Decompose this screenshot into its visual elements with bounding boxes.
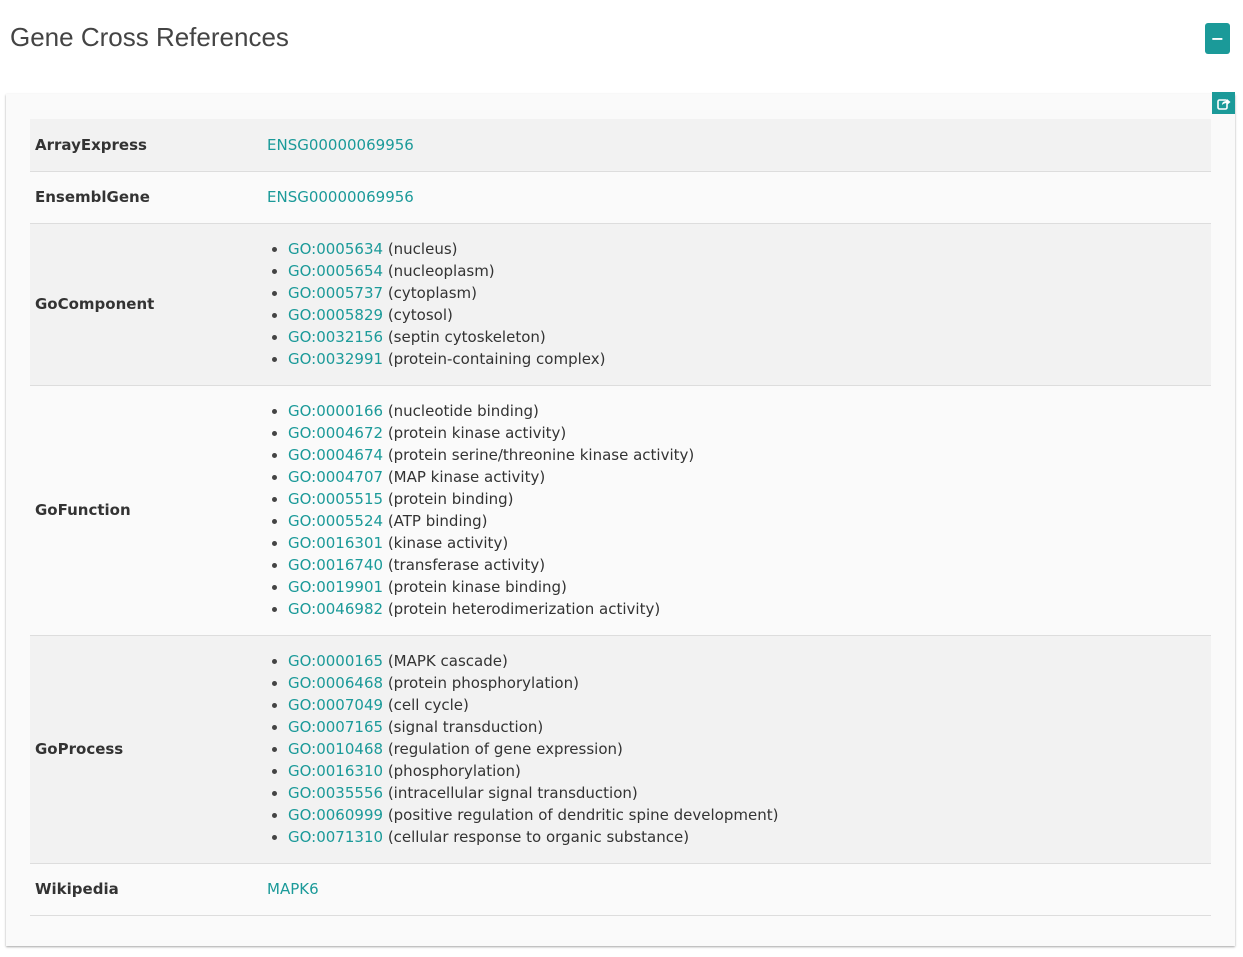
go-term-description: (cytoplasm) [387, 283, 478, 302]
list-item: GO:0032156 (septin cytoskeleton) [272, 326, 1211, 348]
row-wikipedia: Wikipedia MAPK6 [30, 863, 1211, 916]
go-term-description: (nucleotide binding) [387, 401, 539, 420]
go-term-link[interactable]: GO:0004672 [288, 424, 383, 442]
go-term-description: (transferase activity) [387, 555, 546, 574]
list-item: GO:0060999 (positive regulation of dendr… [272, 804, 1211, 826]
collapse-button[interactable]: − [1205, 23, 1230, 54]
go-term-link[interactable]: GO:0035556 [288, 784, 383, 802]
go-term-description: (MAP kinase activity) [387, 467, 546, 486]
go-term-link[interactable]: GO:0019901 [288, 578, 383, 596]
go-term-description: (signal transduction) [387, 717, 544, 736]
list-item: GO:0005829 (cytosol) [272, 304, 1211, 326]
go-term-link[interactable]: GO:0046982 [288, 600, 383, 618]
go-term-link[interactable]: GO:0005737 [288, 284, 383, 302]
go-term-description: (cytosol) [387, 305, 453, 324]
gofunction-list: GO:0000166 (nucleotide binding) GO:00046… [267, 386, 1211, 635]
row-goprocess: GoProcess GO:0000165 (MAPK cascade) GO:0… [30, 635, 1211, 864]
go-term-description: (cellular response to organic substance) [387, 827, 690, 846]
row-label: Wikipedia [30, 863, 262, 916]
list-item: GO:0005737 (cytoplasm) [272, 282, 1211, 304]
go-term-link[interactable]: GO:0060999 [288, 806, 383, 824]
go-term-description: (protein-containing complex) [387, 349, 606, 368]
list-item: GO:0071310 (cellular response to organic… [272, 826, 1211, 848]
list-item: GO:0006468 (protein phosphorylation) [272, 672, 1211, 694]
go-term-description: (protein kinase activity) [387, 423, 567, 442]
go-term-description: (protein binding) [387, 489, 514, 508]
go-term-link[interactable]: GO:0000165 [288, 652, 383, 670]
go-term-description: (regulation of gene expression) [387, 739, 623, 758]
go-term-description: (MAPK cascade) [387, 651, 508, 670]
list-item: GO:0005524 (ATP binding) [272, 510, 1211, 532]
row-label: GoProcess [30, 635, 262, 864]
list-item: GO:0016310 (phosphorylation) [272, 760, 1211, 782]
gocomponent-list: GO:0005634 (nucleus) GO:0005654 (nucleop… [267, 224, 1211, 385]
go-term-description: (protein kinase binding) [387, 577, 567, 596]
list-item: GO:0019901 (protein kinase binding) [272, 576, 1211, 598]
go-term-link[interactable]: GO:0005634 [288, 240, 383, 258]
list-item: GO:0007049 (cell cycle) [272, 694, 1211, 716]
row-label: GoComponent [30, 223, 262, 386]
go-term-link[interactable]: GO:0032991 [288, 350, 383, 368]
list-item: GO:0016301 (kinase activity) [272, 532, 1211, 554]
list-item: GO:0005634 (nucleus) [272, 238, 1211, 260]
list-item: GO:0004672 (protein kinase activity) [272, 422, 1211, 444]
list-item: GO:0032991 (protein-containing complex) [272, 348, 1211, 370]
row-gocomponent: GoComponent GO:0005634 (nucleus) GO:0005… [30, 223, 1211, 386]
share-icon [1216, 98, 1230, 110]
go-term-description: (protein serine/threonine kinase activit… [387, 445, 695, 464]
list-item: GO:0035556 (intracellular signal transdu… [272, 782, 1211, 804]
ensemblgene-link[interactable]: ENSG00000069956 [267, 188, 414, 206]
go-term-link[interactable]: GO:0007165 [288, 718, 383, 736]
go-term-description: (phosphorylation) [387, 761, 521, 780]
list-item: GO:0005515 (protein binding) [272, 488, 1211, 510]
cross-references-table: ArrayExpress ENSG00000069956 EnsemblGene… [30, 119, 1211, 916]
go-term-link[interactable]: GO:0005524 [288, 512, 383, 530]
go-term-link[interactable]: GO:0071310 [288, 828, 383, 846]
list-item: GO:0046982 (protein heterodimerization a… [272, 598, 1211, 620]
go-term-link[interactable]: GO:0016301 [288, 534, 383, 552]
row-label: ArrayExpress [30, 119, 262, 172]
list-item: GO:0000165 (MAPK cascade) [272, 650, 1211, 672]
list-item: GO:0016740 (transferase activity) [272, 554, 1211, 576]
go-term-link[interactable]: GO:0000166 [288, 402, 383, 420]
go-term-link[interactable]: GO:0016310 [288, 762, 383, 780]
list-item: GO:0007165 (signal transduction) [272, 716, 1211, 738]
row-label: EnsemblGene [30, 171, 262, 224]
go-term-description: (protein heterodimerization activity) [387, 599, 661, 618]
list-item: GO:0005654 (nucleoplasm) [272, 260, 1211, 282]
arrayexpress-link[interactable]: ENSG00000069956 [267, 136, 414, 154]
go-term-description: (intracellular signal transduction) [387, 783, 638, 802]
go-term-link[interactable]: GO:0005829 [288, 306, 383, 324]
list-item: GO:0004674 (protein serine/threonine kin… [272, 444, 1211, 466]
goprocess-list: GO:0000165 (MAPK cascade) GO:0006468 (pr… [267, 636, 1211, 863]
go-term-link[interactable]: GO:0006468 [288, 674, 383, 692]
go-term-description: (protein phosphorylation) [387, 673, 579, 692]
list-item: GO:0004707 (MAP kinase activity) [272, 466, 1211, 488]
go-term-link[interactable]: GO:0005654 [288, 262, 383, 280]
go-term-link[interactable]: GO:0016740 [288, 556, 383, 574]
page-title: Gene Cross References [10, 22, 289, 52]
wikipedia-link[interactable]: MAPK6 [267, 880, 319, 898]
go-term-link[interactable]: GO:0005515 [288, 490, 383, 508]
share-button[interactable] [1212, 92, 1235, 114]
row-ensemblgene: EnsemblGene ENSG00000069956 [30, 171, 1211, 224]
go-term-description: (ATP binding) [387, 511, 488, 530]
go-term-description: (septin cytoskeleton) [387, 327, 546, 346]
row-label: GoFunction [30, 385, 262, 636]
list-item: GO:0000166 (nucleotide binding) [272, 400, 1211, 422]
go-term-description: (kinase activity) [387, 533, 509, 552]
go-term-description: (nucleoplasm) [387, 261, 495, 280]
go-term-link[interactable]: GO:0004674 [288, 446, 383, 464]
row-gofunction: GoFunction GO:0000166 (nucleotide bindin… [30, 385, 1211, 636]
go-term-description: (nucleus) [387, 239, 458, 258]
row-arrayexpress: ArrayExpress ENSG00000069956 [30, 119, 1211, 172]
go-term-link[interactable]: GO:0010468 [288, 740, 383, 758]
go-term-link[interactable]: GO:0007049 [288, 696, 383, 714]
go-term-description: (cell cycle) [387, 695, 469, 714]
go-term-link[interactable]: GO:0004707 [288, 468, 383, 486]
go-term-description: (positive regulation of dendritic spine … [387, 805, 779, 824]
go-term-link[interactable]: GO:0032156 [288, 328, 383, 346]
list-item: GO:0010468 (regulation of gene expressio… [272, 738, 1211, 760]
